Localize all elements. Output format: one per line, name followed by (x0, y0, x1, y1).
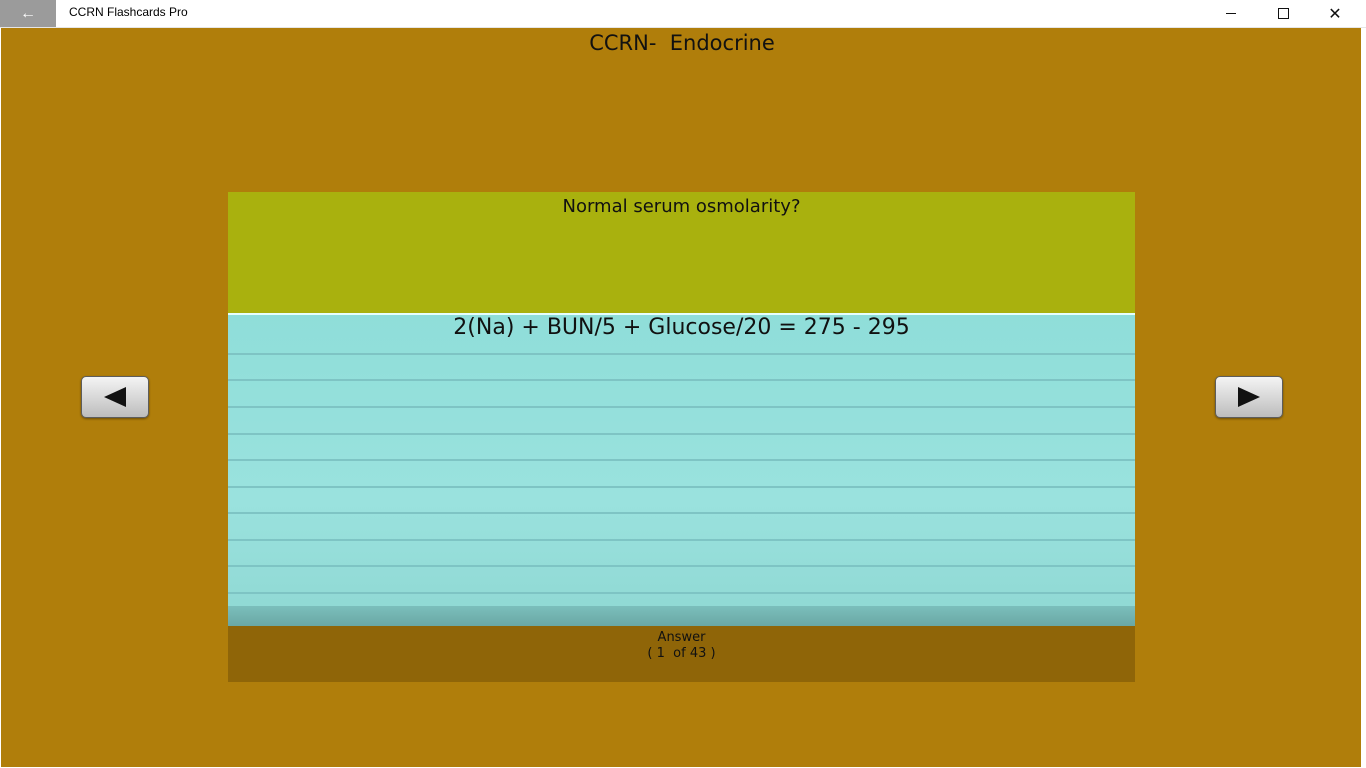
back-arrow-icon: ← (20, 4, 36, 22)
card-rule-line (228, 379, 1135, 381)
card-bottom-edge (228, 606, 1135, 626)
card-footer[interactable]: Answer ( 1 of 43 ) (228, 626, 1135, 682)
card-rule-line (228, 406, 1135, 408)
question-text: Normal serum osmolarity? (562, 196, 801, 217)
window-title: CCRN Flashcards Pro (69, 5, 188, 19)
title-bar: ← CCRN Flashcards Pro ✕ (0, 0, 1366, 28)
left-arrow-icon (104, 387, 126, 407)
answer-card[interactable]: 2(Na) + BUN/5 + Glucose/20 = 275 - 295 (228, 313, 1135, 626)
answer-text: 2(Na) + BUN/5 + Glucose/20 = 275 - 295 (453, 315, 910, 340)
previous-card-button[interactable] (81, 376, 149, 418)
card-rule-line (228, 565, 1135, 567)
maximize-icon (1277, 8, 1289, 19)
card-rule-line (228, 353, 1135, 355)
minimize-button[interactable] (1206, 0, 1256, 27)
answer-label: Answer (657, 630, 706, 645)
card-rule-line (228, 539, 1135, 541)
app-area: CCRN- Endocrine Normal serum osmolarity?… (1, 28, 1361, 767)
card-rule-line (228, 486, 1135, 488)
card-rule-line (228, 433, 1135, 435)
close-icon: ✕ (1328, 4, 1342, 23)
maximize-button[interactable] (1258, 0, 1308, 27)
back-button[interactable]: ← (0, 0, 56, 27)
deck-title: CCRN- Endocrine (589, 31, 775, 55)
right-arrow-icon (1238, 387, 1260, 407)
window-edge (1362, 28, 1366, 768)
card-counter: ( 1 of 43 ) (647, 646, 716, 661)
card-rule-line (228, 592, 1135, 594)
question-panel: Normal serum osmolarity? (228, 192, 1135, 313)
minimize-icon (1226, 13, 1236, 14)
next-card-button[interactable] (1215, 376, 1283, 418)
card-rule-line (228, 512, 1135, 514)
card-rule-line (228, 459, 1135, 461)
close-button[interactable]: ✕ (1310, 0, 1360, 27)
